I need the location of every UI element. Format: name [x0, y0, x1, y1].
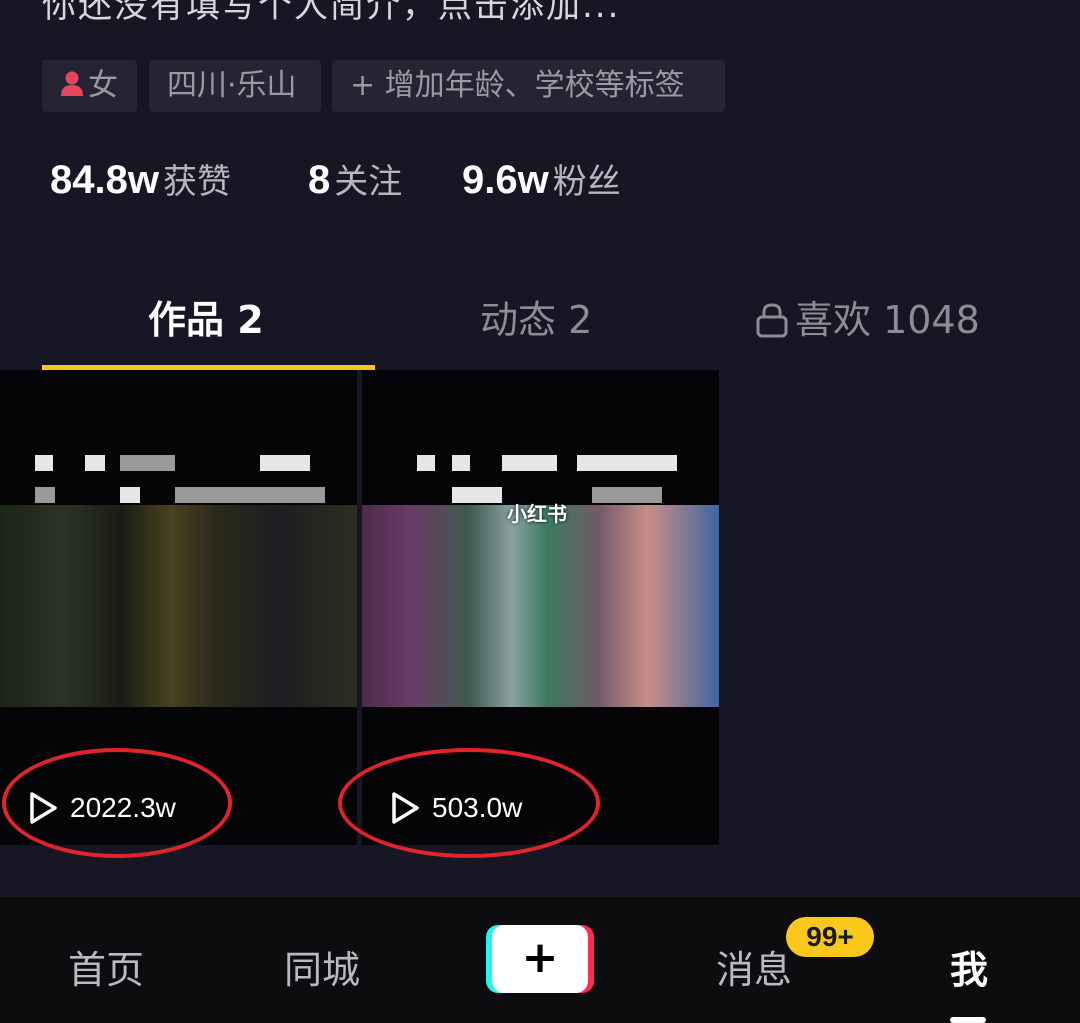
lock-icon	[756, 302, 788, 337]
video-thumbnail	[0, 505, 357, 707]
gender-tag[interactable]: 女	[42, 60, 137, 112]
nav-city[interactable]: 同城	[284, 939, 360, 994]
plus-icon: +	[492, 925, 588, 993]
pixelated-caption	[452, 455, 470, 471]
profile-tabs: 作品 2 动态 2 喜欢 1048	[0, 290, 1080, 370]
bottom-nav: 首页 同城 + 消息 99+ 我	[0, 897, 1080, 1023]
pixelated-caption	[592, 487, 662, 503]
pixelated-caption	[502, 455, 557, 471]
followers-label: 粉丝	[552, 162, 621, 202]
followers-stat[interactable]: 9.6w 粉丝	[462, 154, 621, 203]
following-count: 8	[308, 158, 331, 202]
pixelated-caption	[175, 487, 325, 503]
person-icon	[60, 61, 84, 113]
pixelated-caption	[452, 487, 502, 503]
nav-me[interactable]: 我	[950, 939, 988, 994]
pixelated-caption	[577, 455, 677, 471]
nav-messages[interactable]: 消息	[716, 939, 792, 994]
pixelated-caption	[120, 487, 140, 503]
watermark-text: 小红书	[507, 502, 567, 526]
pixelated-caption	[35, 487, 55, 503]
video-thumbnail	[362, 505, 719, 707]
pixelated-caption	[417, 455, 435, 471]
tab-works[interactable]: 作品 2	[148, 290, 264, 350]
pixelated-caption	[85, 455, 105, 471]
location-tag[interactable]: 四川·乐山	[149, 60, 321, 112]
home-indicator	[950, 1017, 986, 1023]
red-annotation-circle	[2, 748, 232, 858]
pixelated-caption	[260, 455, 310, 471]
nav-home[interactable]: 首页	[68, 939, 144, 994]
red-annotation-circle	[338, 748, 600, 858]
followers-count: 9.6w	[462, 158, 549, 202]
video-grid: 2022.3w 小红书 503.0w	[0, 370, 1080, 858]
create-button[interactable]: +	[486, 925, 594, 993]
likes-count: 84.8w	[50, 158, 159, 202]
likes-label: 获赞	[162, 162, 231, 202]
add-tags-button[interactable]: + 增加年龄、学校等标签	[332, 60, 725, 112]
following-stat[interactable]: 8 关注	[308, 154, 402, 203]
gender-label: 女	[88, 68, 118, 103]
tab-dynamics[interactable]: 动态 2	[480, 290, 592, 350]
bio-placeholder[interactable]: 你还没有填写个人简介，点击添加...	[42, 0, 620, 27]
messages-badge: 99+	[786, 917, 874, 957]
tab-likes[interactable]: 喜欢 1048	[755, 290, 980, 350]
pixelated-caption	[35, 455, 53, 471]
tab-likes-label: 喜欢 1048	[795, 298, 980, 342]
following-label: 关注	[334, 162, 403, 202]
likes-stat[interactable]: 84.8w 获赞	[50, 154, 231, 203]
pixelated-caption	[120, 455, 175, 471]
